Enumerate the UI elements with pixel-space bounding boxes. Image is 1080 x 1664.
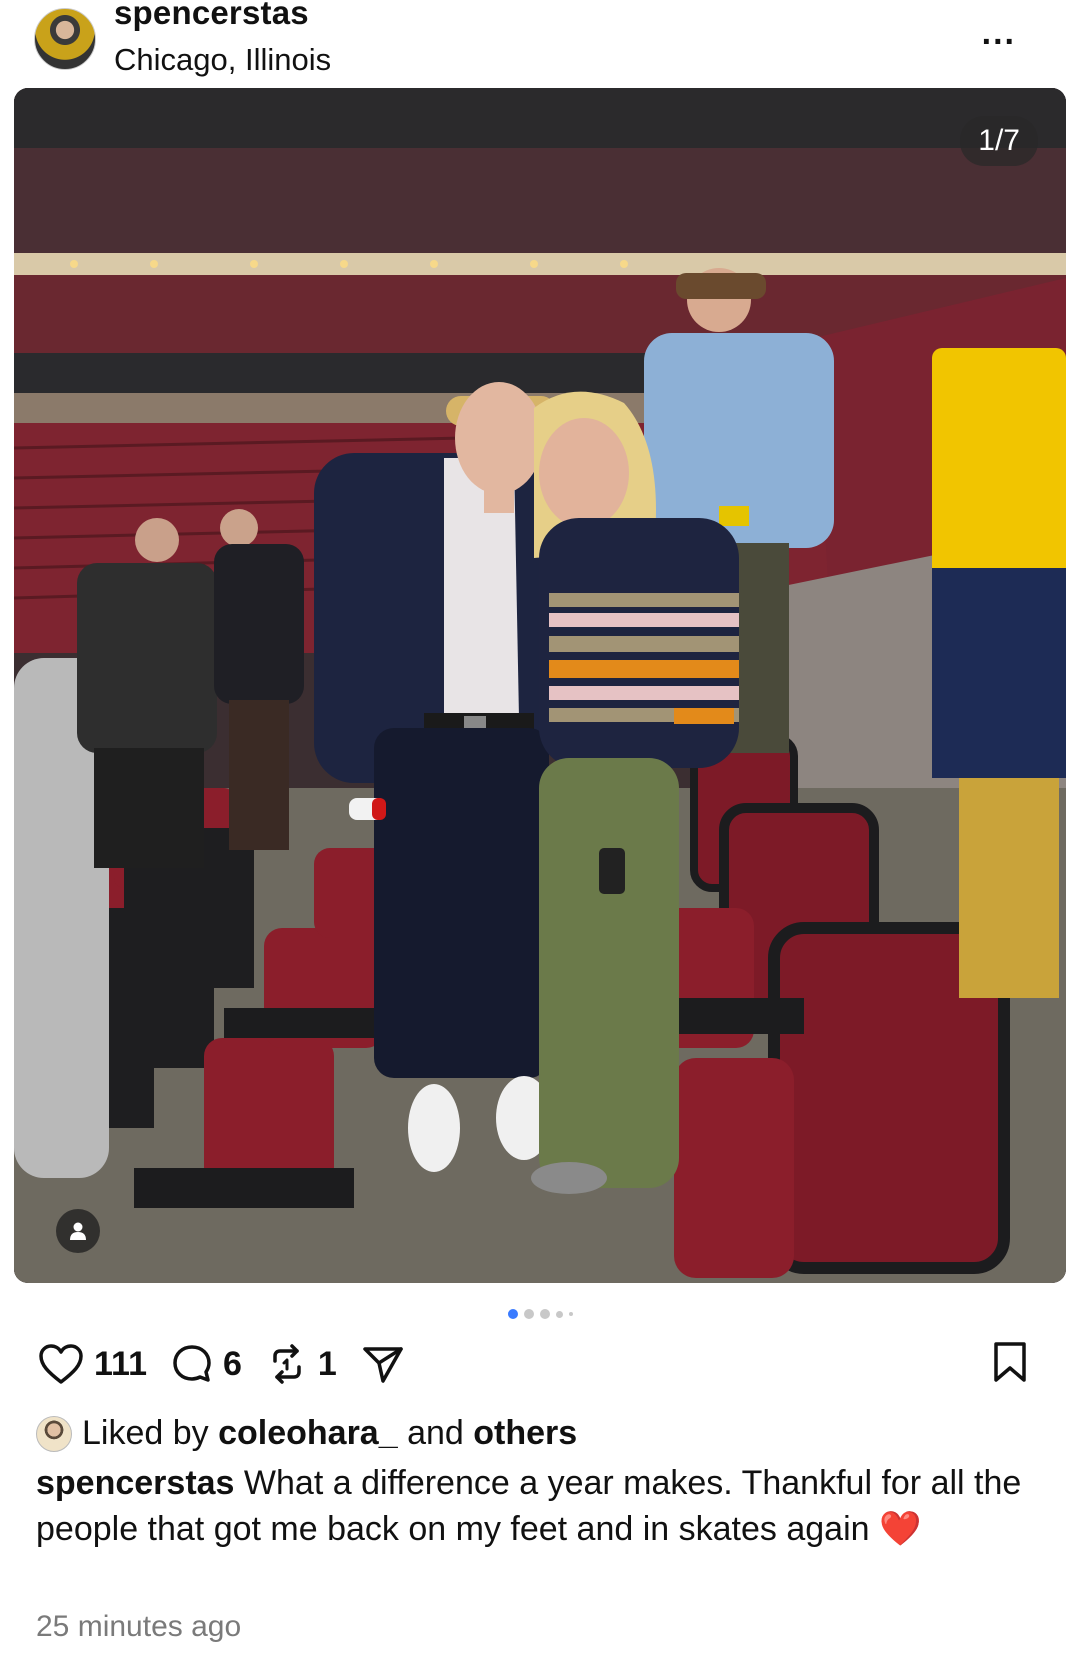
avatar[interactable] [34,8,96,70]
bookmark-icon [994,1342,1026,1382]
comment-icon [173,1345,211,1382]
liked-by-user[interactable]: coleohara_ [218,1414,398,1453]
repost-button[interactable]: 1 [266,1343,337,1385]
more-options-icon[interactable]: ... [982,14,1016,53]
person-icon [70,1222,86,1240]
liker-avatar [36,1415,72,1452]
heart-icon [39,1344,83,1384]
bookmark-button[interactable] [992,1340,1028,1389]
post-timestamp: 25 minutes ago [36,1610,242,1643]
username[interactable]: spencerstas [114,0,309,32]
share-icon [363,1347,403,1383]
liked-by-others[interactable]: others [473,1414,577,1453]
liked-by-middle: and [407,1414,464,1452]
carousel-dot [523,1309,534,1319]
image-counter: 1/7 [960,116,1038,166]
heart-emoji: ❤️ [878,1510,922,1548]
repost-icon [273,1344,301,1384]
carousel-dot [568,1312,573,1316]
liked-by-row[interactable]: Liked by coleohara_ and others [36,1414,577,1453]
post-header: spencerstas Chicago, Illinois ... [0,0,1080,88]
carousel-dot-active [507,1309,518,1319]
reposts-count: 1 [317,1344,337,1383]
location-label[interactable]: Chicago, Illinois [114,42,331,78]
caption-username[interactable]: spencerstas [36,1464,234,1502]
share-button[interactable] [361,1343,405,1385]
comments-count: 6 [222,1344,242,1383]
likes-count: 111 [94,1344,147,1383]
like-button[interactable]: 111 [38,1343,147,1385]
action-bar: 111 6 1 [38,1338,429,1390]
carousel-indicator [0,1306,1080,1322]
person-tag-icon[interactable] [56,1209,100,1253]
post-caption: spencerstas What a difference a year mak… [36,1460,1036,1552]
comment-button[interactable]: 6 [171,1343,242,1385]
liked-by-prefix: Liked by [82,1414,209,1452]
post-photo[interactable]: 1/7 [14,88,1066,1283]
carousel-dot [539,1309,550,1319]
carousel-dot [555,1310,563,1318]
arena-photo-illustration [14,88,1066,1283]
